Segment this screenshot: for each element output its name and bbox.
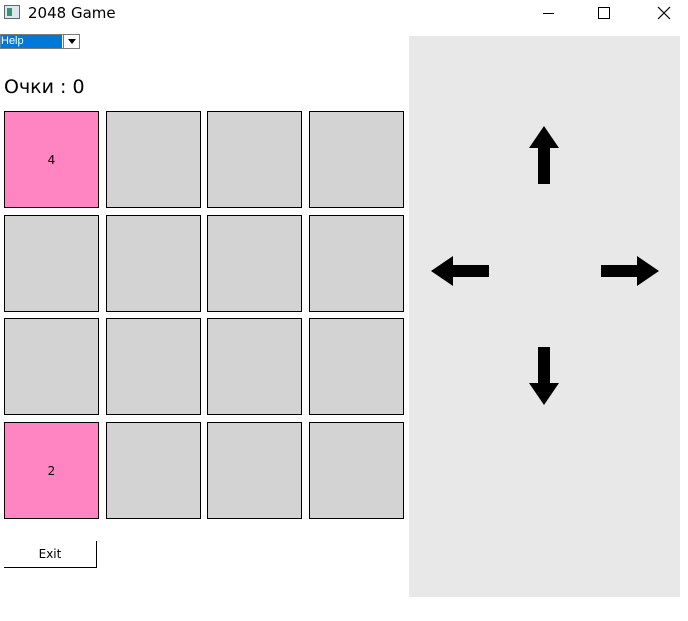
arrow-down-icon (529, 347, 559, 405)
close-button[interactable] (641, 0, 687, 26)
board-tile (106, 111, 201, 208)
board-tile (106, 215, 201, 312)
maximize-icon (598, 7, 610, 19)
help-dropdown[interactable]: Help (0, 34, 80, 49)
board-tile (207, 318, 302, 415)
arrow-up-icon (529, 126, 559, 184)
minimize-button[interactable] (525, 0, 571, 26)
board-tile: 4 (4, 111, 99, 208)
exit-button[interactable]: Exit (4, 541, 97, 568)
board-tile (106, 318, 201, 415)
move-left-button[interactable] (419, 246, 509, 296)
help-selected-value: Help (1, 35, 62, 48)
board-tile (4, 318, 99, 415)
board-tile (309, 422, 404, 519)
arrow-left-icon (431, 256, 489, 286)
board-tile (207, 422, 302, 519)
move-down-button[interactable] (519, 331, 569, 421)
window-title: 2048 Game (28, 4, 116, 22)
board-tile (4, 215, 99, 312)
board-tile (309, 111, 404, 208)
maximize-button[interactable] (581, 0, 627, 26)
board-tile (207, 111, 302, 208)
board-tile (106, 422, 201, 519)
board-tile (207, 215, 302, 312)
close-icon (657, 6, 671, 20)
move-up-button[interactable] (519, 106, 569, 196)
control-panel (409, 36, 680, 597)
board-tile: 2 (4, 422, 99, 519)
minimize-icon (542, 12, 554, 14)
board-tile (309, 215, 404, 312)
chevron-down-icon[interactable] (63, 35, 80, 48)
arrow-right-icon (601, 256, 659, 286)
title-bar: 2048 Game (0, 0, 688, 26)
board-tile (309, 318, 404, 415)
move-right-button[interactable] (589, 246, 679, 296)
app-icon (4, 5, 20, 19)
score-label: Очки : 0 (4, 76, 85, 98)
